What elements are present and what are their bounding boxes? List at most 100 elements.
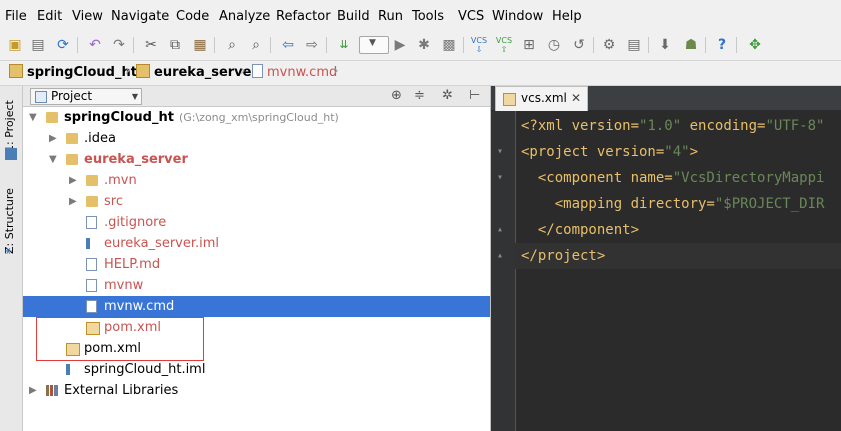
collapse-all-icon[interactable]: ≑ — [414, 87, 425, 105]
project-view-icon — [35, 91, 47, 103]
menu-help[interactable]: Help — [552, 9, 582, 25]
make-icon[interactable]: ⇊ — [335, 36, 353, 54]
toolbar-separator — [736, 37, 737, 53]
undo-icon[interactable]: ↶ — [86, 36, 104, 54]
menu-edit[interactable]: Edit — [37, 9, 62, 25]
coverage-icon[interactable]: ▩ — [440, 36, 458, 54]
tab-project[interactable]: 1: Project — [3, 92, 19, 152]
breadcrumb-item-project[interactable]: springCloud_ht — [9, 64, 137, 82]
tree-item[interactable]: mvnw — [23, 275, 490, 296]
run-config-dropdown[interactable]: ▼ — [359, 36, 389, 54]
tree-item[interactable]: HELP.md — [23, 254, 490, 275]
menu-refactor[interactable]: Refactor — [276, 9, 331, 25]
menu-window[interactable]: Window — [492, 9, 543, 25]
tree-item[interactable]: ▶ .idea — [23, 128, 490, 149]
tree-item[interactable]: springCloud_ht.iml — [23, 359, 490, 380]
module-file-icon — [66, 364, 70, 375]
project-structure-icon[interactable]: ▤ — [625, 36, 643, 54]
menu-analyze[interactable]: Analyze — [219, 9, 270, 25]
collapsed-arrow-icon[interactable]: ▶ — [29, 380, 39, 401]
breadcrumb-label: mvnw.cmd — [267, 65, 338, 80]
tree-item[interactable]: .gitignore — [23, 212, 490, 233]
tree-item-text: .gitignore — [104, 212, 166, 233]
vcs-history-icon[interactable]: ◷ — [545, 36, 563, 54]
menu-run[interactable]: Run — [378, 9, 403, 25]
tree-item[interactable]: ▼ eureka_server — [23, 149, 490, 170]
tree-item-text: springCloud_ht.iml — [84, 359, 205, 380]
code-line: ▴ </component> — [497, 217, 841, 243]
menu-view[interactable]: View — [72, 9, 103, 25]
expanded-arrow-icon[interactable]: ▼ — [29, 107, 39, 128]
library-icon — [46, 385, 58, 396]
collapsed-arrow-icon[interactable]: ▶ — [69, 170, 79, 191]
expanded-arrow-icon[interactable]: ▼ — [49, 149, 59, 170]
left-tool-strip: 1: Project Z: Structure ⚹ — [0, 86, 23, 431]
code-token: <mapping directory= — [521, 196, 715, 212]
tab-vcs-xml[interactable]: vcs.xml ✕ — [495, 86, 588, 111]
vcs-compare-icon[interactable]: ⊞ — [520, 36, 538, 54]
module-folder-icon — [9, 64, 23, 78]
tree-item-label: springCloud_ht.iml — [84, 362, 206, 377]
menu-tools[interactable]: Tools — [412, 9, 444, 25]
tree-item[interactable]: ▶ src — [23, 191, 490, 212]
menu-vcs[interactable]: VCS — [458, 9, 484, 25]
paste-icon[interactable]: ▦ — [191, 36, 209, 54]
code-token: > — [689, 144, 699, 160]
tree-item[interactable]: eureka_server.iml — [23, 233, 490, 254]
hide-panel-icon[interactable]: ⊢ — [469, 87, 480, 105]
sync-icon[interactable]: ⟳ — [54, 36, 72, 54]
tree-item[interactable]: ▶ External Libraries — [23, 380, 490, 401]
fold-marker-icon[interactable]: ▾ — [497, 139, 507, 165]
tab-structure[interactable]: Z: Structure — [3, 178, 19, 254]
fold-marker-icon[interactable]: ▴ — [497, 243, 507, 269]
project-view-selector[interactable]: Project ▼ — [30, 88, 142, 105]
cut-icon[interactable]: ✂ — [142, 36, 160, 54]
code-token: <?xml version= — [521, 118, 640, 134]
close-icon[interactable]: ✕ — [571, 87, 581, 110]
save-icon[interactable]: ▤ — [29, 36, 47, 54]
sync-scope-icon[interactable]: ⊕ — [391, 87, 402, 105]
chevron-down-icon: ▼ — [131, 92, 138, 101]
structure-tab-icon: ⚹ — [5, 244, 12, 257]
tree-item[interactable]: ▼ springCloud_ht (G:\zong_xm\springCloud_h… — [23, 107, 490, 128]
code-area[interactable]: <?xml version="1.0" encoding="UTF-8" ▾ <pr… — [497, 111, 841, 431]
gear-icon[interactable]: ✲ — [442, 87, 453, 105]
menu-build[interactable]: Build — [337, 9, 370, 25]
menu-code[interactable]: Code — [176, 9, 209, 25]
tree-item[interactable]: mvnw.cmd — [23, 296, 490, 317]
plugin-icon[interactable]: ✥ — [746, 36, 764, 54]
replace-icon[interactable]: ⌕ — [247, 36, 265, 54]
collapsed-arrow-icon[interactable]: ▶ — [49, 128, 59, 149]
menu-bar: File Edit View Navigate Code Analyze Refactor B… — [0, 0, 841, 34]
toolbar-separator — [270, 37, 271, 53]
tree-item-path: (G:\zong_xm\springCloud_ht) — [178, 111, 339, 124]
back-icon[interactable]: ⇦ — [279, 36, 297, 54]
tree-item-label: eureka_server.iml — [104, 236, 220, 251]
tab-project-label: 1: Project — [3, 100, 16, 152]
debug-icon[interactable]: ✱ — [415, 36, 433, 54]
sdk-manager-icon[interactable]: ⬇ — [656, 36, 674, 54]
copy-icon[interactable]: ⧉ — [166, 36, 184, 54]
module-file-icon — [86, 238, 90, 249]
find-icon[interactable]: ⌕ — [223, 36, 241, 54]
vcs-revert-icon[interactable]: ↺ — [570, 36, 588, 54]
vcs-commit-label: VCS — [495, 36, 513, 45]
fold-marker-icon[interactable]: ▴ — [497, 217, 507, 243]
collapsed-arrow-icon[interactable]: ▶ — [69, 191, 79, 212]
open-icon[interactable]: ▣ — [6, 36, 24, 54]
breadcrumb-item-file[interactable]: mvnw.cmd — [252, 64, 337, 82]
menu-file[interactable]: File — [5, 9, 27, 25]
vcs-commit-icon[interactable]: VCS ⇧ — [495, 36, 513, 54]
help-icon[interactable]: ? — [713, 36, 731, 54]
avd-manager-icon[interactable]: ☗ — [682, 36, 700, 54]
redo-icon[interactable]: ↷ — [110, 36, 128, 54]
run-icon[interactable]: ▶ — [391, 36, 409, 54]
vcs-update-icon[interactable]: VCS ⇩ — [470, 36, 488, 54]
tree-item[interactable]: ▶ .mvn — [23, 170, 490, 191]
tree-item-text: .idea — [84, 128, 116, 149]
fold-marker-icon[interactable]: ▾ — [497, 165, 507, 191]
settings-icon[interactable]: ⚙ — [600, 36, 618, 54]
forward-icon[interactable]: ⇨ — [303, 36, 321, 54]
menu-navigate[interactable]: Navigate — [111, 9, 169, 25]
tab-label: vcs.xml — [521, 91, 567, 105]
